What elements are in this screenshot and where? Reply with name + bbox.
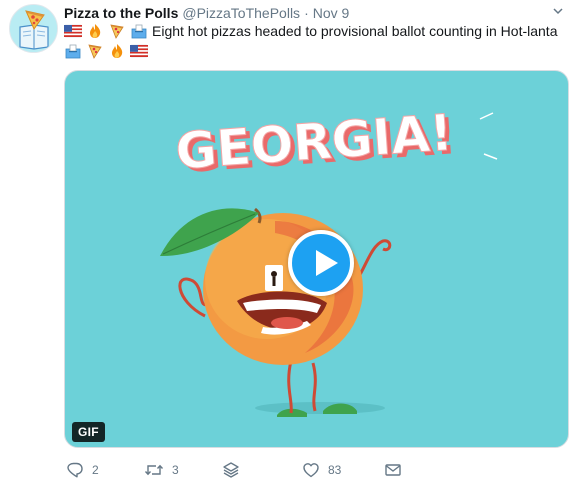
reply-count: 2 [92,463,99,477]
fire-icon [86,23,104,39]
layers-icon [223,462,239,478]
tweet-text-line-2 [64,41,569,61]
author-name[interactable]: Pizza to the Polls [64,5,178,21]
ballot-box-icon [130,23,148,39]
pizza-icon [86,43,104,59]
like-button[interactable]: 83 [302,460,341,480]
tweet-text: Eight hot pizzas headed to provisional b… [64,21,569,61]
tweet-text-line-1: Eight hot pizzas headed to provisional b… [64,21,569,41]
tweet-text-content: Eight hot pizzas headed to provisional b… [152,23,558,39]
more-options-chevron-icon[interactable] [552,4,564,22]
tweet-action-bar: 2 3 83 [64,460,569,480]
author-handle[interactable]: @PizzaToThePolls [182,5,300,21]
like-count: 83 [328,463,342,477]
author-avatar[interactable] [9,4,58,53]
retweet-count: 3 [172,463,179,477]
tweet-timestamp[interactable]: Nov 9 [313,5,350,21]
stack-button[interactable] [222,460,240,480]
us-flag-icon [64,23,82,39]
fire-icon [108,43,126,59]
envelope-icon [385,464,401,476]
reply-icon [67,462,83,478]
us-flag-icon [130,43,148,59]
retweet-button[interactable]: 3 [144,460,179,480]
play-button[interactable] [288,230,354,296]
gif-headline: GEORGIA! [174,103,455,180]
reply-button[interactable]: 2 [66,460,99,480]
gif-media[interactable]: GEORGIA! GEORGIA! GIF [64,70,569,448]
heart-icon [303,463,319,478]
retweet-icon [144,464,164,476]
direct-message-button[interactable] [384,460,402,480]
separator-dot: · [304,5,309,21]
ballot-box-icon [64,43,82,59]
gif-badge: GIF [72,422,105,442]
tweet-header: Pizza to the Polls @PizzaToThePolls · No… [64,3,566,23]
pizza-icon [108,23,126,39]
